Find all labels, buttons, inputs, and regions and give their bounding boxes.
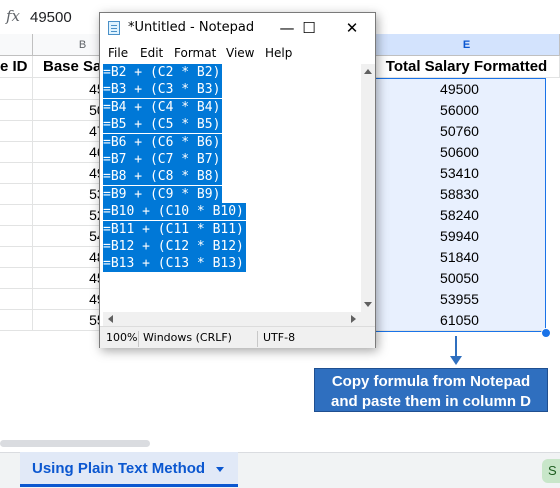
notepad-horizontal-scrollbar[interactable] [103,312,361,326]
notepad-text-line: =B3 + (C3 * B3) [103,81,223,99]
fill-handle[interactable] [541,328,551,338]
summary-chip[interactable]: S [542,459,560,483]
menu-view[interactable]: View [226,46,254,60]
cell-total-salary-formatted[interactable]: 58830 [374,183,546,205]
cell-employee-id[interactable] [0,204,33,226]
cell-total-salary-formatted[interactable]: 59940 [374,225,546,247]
scroll-down-icon[interactable] [364,302,372,307]
cell-total-salary-formatted[interactable]: 53410 [374,162,546,184]
status-encoding: UTF-8 [263,331,296,344]
cell-total-salary-formatted[interactable]: 58240 [374,204,546,226]
status-line-ending: Windows (CRLF) [143,331,232,344]
notepad-menu-bar: File Edit Format View Help [100,43,375,63]
scroll-right-icon[interactable] [351,315,356,323]
notepad-vertical-scrollbar[interactable] [361,64,375,312]
cell-total-salary-formatted[interactable]: 56000 [374,99,546,121]
cell-employee-id[interactable] [0,309,33,331]
callout-line-1: Copy formula from Notepad [331,373,531,390]
column-header-a[interactable] [0,34,33,56]
notepad-text-line: =B4 + (C4 * B4) [103,98,223,116]
notepad-text-line: =B2 + (C2 * B2) [103,64,223,81]
cell-employee-id[interactable] [0,162,33,184]
chevron-down-icon[interactable] [216,467,224,472]
status-divider [138,331,139,347]
status-zoom: 100% [106,331,138,344]
scroll-left-icon[interactable] [108,315,113,323]
menu-format[interactable]: Format [174,46,216,60]
notepad-window: *Untitled - Notepad — ☐ ✕ File Edit Form… [99,12,376,348]
menu-help[interactable]: Help [265,46,292,60]
menu-edit[interactable]: Edit [140,46,163,60]
menu-file[interactable]: File [108,46,128,60]
cell-employee-id[interactable] [0,120,33,142]
notepad-text-line: =B13 + (C13 * B13) [103,255,246,273]
notepad-text-line: =B7 + (C7 * B7) [103,151,223,168]
sheet-tab-active[interactable]: Using Plain Text Method [20,452,238,487]
cell-employee-id[interactable] [0,141,33,163]
notepad-text-line: =B9 + (C9 * B9) [103,185,223,203]
annotation-callout: Copy formula from Notepad and paste them… [314,368,548,412]
column-header-e[interactable]: E [374,34,560,56]
notepad-status-bar: 100% Windows (CRLF) UTF-8 [100,326,375,348]
notepad-text-line: =B5 + (C5 * B5) [103,116,223,134]
annotation-arrow-head [450,356,462,365]
maximize-button[interactable]: ☐ [289,13,329,43]
cell-employee-id[interactable] [0,288,33,310]
cell-total-salary-formatted[interactable]: 51840 [374,246,546,268]
sheet-tab-label: Using Plain Text Method [32,460,206,477]
callout-line-2: and paste them in column D [330,393,532,410]
cell-total-salary-formatted[interactable]: 53955 [374,288,546,310]
cell-total-salary-formatted[interactable]: 61050 [374,309,546,331]
notepad-title-bar[interactable]: *Untitled - Notepad — ☐ ✕ [100,13,375,43]
notepad-text-line: =B12 + (C12 * B12) [103,238,246,255]
cell-total-salary-formatted[interactable]: 50600 [374,141,546,163]
function-icon: fx [6,7,21,25]
status-divider [257,331,258,347]
cell-total-salary-formatted[interactable]: 50760 [374,120,546,142]
notepad-size-grip[interactable] [361,312,375,326]
notepad-text-area[interactable]: =B2 + (C2 * B2) =B3 + (C3 * B3) =B4 + (C4 … [103,64,361,328]
annotation-arrow [455,336,457,358]
header-cell-total-salary-formatted[interactable]: Total Salary Formatted [374,56,560,78]
cell-employee-id[interactable] [0,99,33,121]
notepad-text-line: =B6 + (C6 * B6) [103,133,223,151]
cell-employee-id[interactable] [0,246,33,268]
cell-total-salary-formatted[interactable]: 49500 [374,78,546,100]
notepad-text-line: =B10 + (C10 * B10) [103,203,246,221]
cell-employee-id[interactable] [0,78,33,100]
formula-bar-value[interactable]: 49500 [30,9,72,26]
cell-total-salary-formatted[interactable]: 50050 [374,267,546,289]
close-button[interactable]: ✕ [332,13,372,43]
notepad-text-line: =B8 + (C8 * B8) [103,168,223,186]
horizontal-scrollbar[interactable] [0,440,150,447]
notepad-title: *Untitled - Notepad [128,20,255,35]
header-cell-employee-id[interactable]: e ID [0,56,33,78]
cell-employee-id[interactable] [0,225,33,247]
cell-employee-id[interactable] [0,183,33,205]
notepad-icon [108,21,120,35]
scroll-up-icon[interactable] [364,69,372,74]
notepad-text-line: =B11 + (C11 * B11) [103,220,246,238]
cell-employee-id[interactable] [0,267,33,289]
